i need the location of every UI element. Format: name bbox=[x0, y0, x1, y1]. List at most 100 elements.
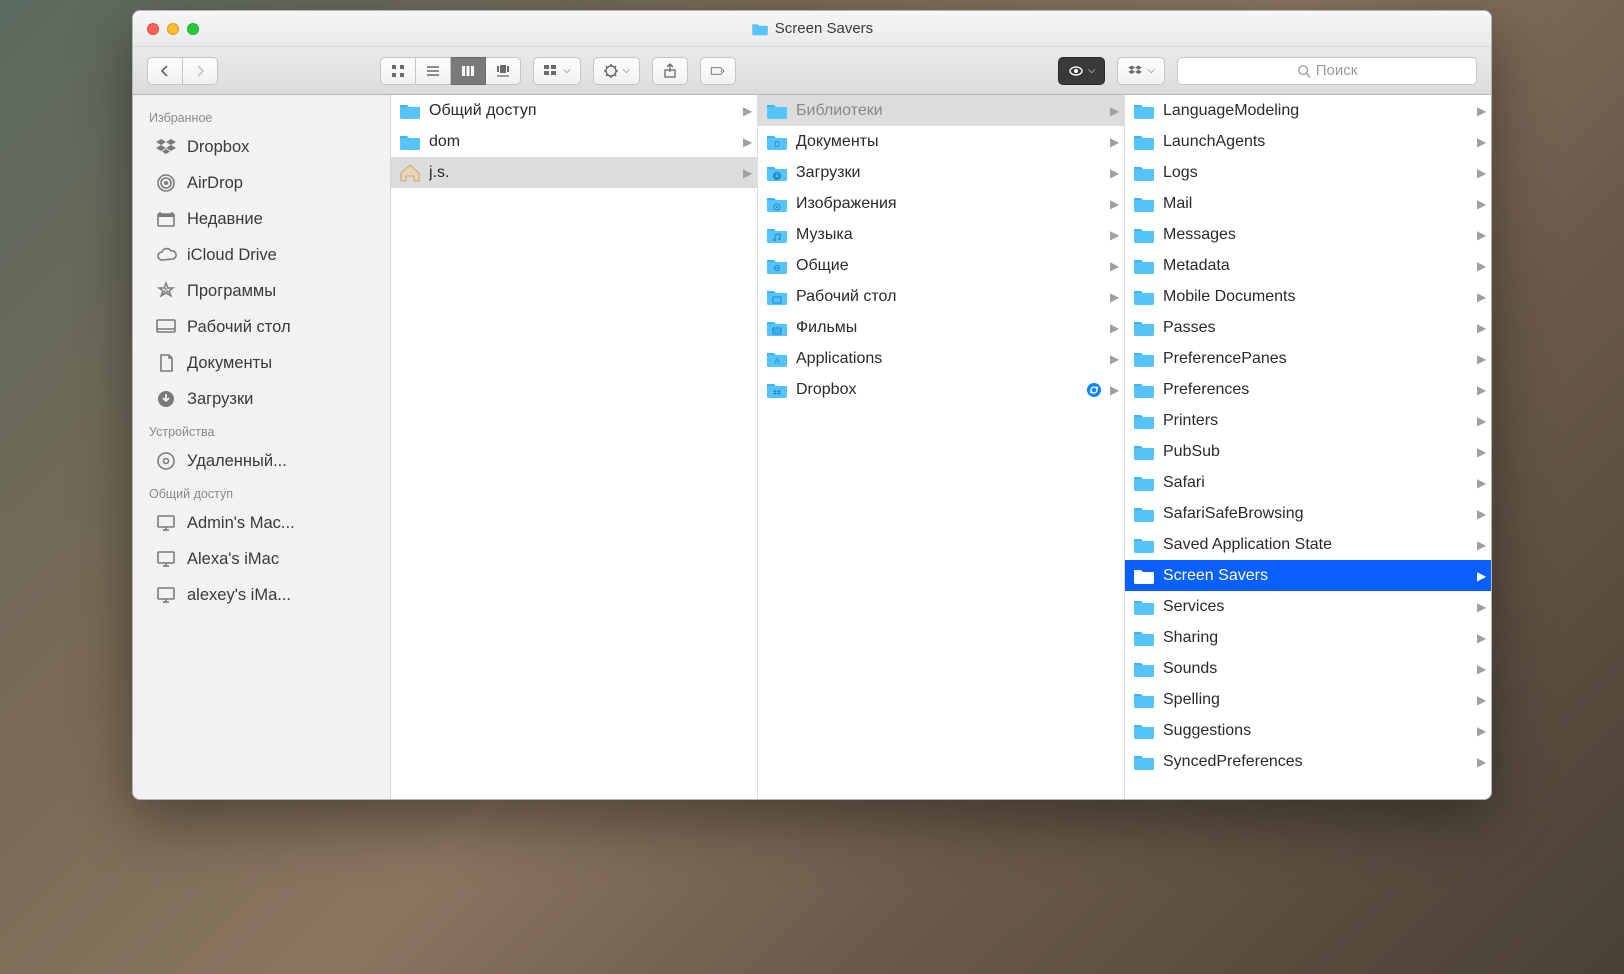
item-name: Logs bbox=[1163, 164, 1469, 182]
item-name: Safari bbox=[1163, 474, 1469, 492]
minimize-button[interactable] bbox=[167, 23, 179, 35]
list-item[interactable]: Общие▶ bbox=[758, 250, 1124, 281]
chevron-right-icon: ▶ bbox=[1110, 290, 1118, 304]
computer-icon bbox=[155, 584, 177, 606]
list-item[interactable]: Sounds▶ bbox=[1125, 653, 1491, 684]
folder-icon bbox=[1133, 257, 1155, 275]
share-button[interactable] bbox=[652, 57, 688, 85]
airdrop-icon bbox=[155, 172, 177, 194]
home-icon bbox=[399, 164, 421, 182]
list-item[interactable]: Mail▶ bbox=[1125, 188, 1491, 219]
column: Библиотеки▶DДокументы▶Загрузки▶Изображен… bbox=[758, 95, 1125, 799]
maximize-button[interactable] bbox=[187, 23, 199, 35]
list-item[interactable]: Общий доступ▶ bbox=[391, 95, 757, 126]
sidebar-item[interactable]: AПрограммы bbox=[133, 273, 390, 309]
back-button[interactable] bbox=[147, 57, 183, 85]
view-coverflow-button[interactable] bbox=[486, 57, 521, 85]
sidebar-item-label: Admin's Mac... bbox=[187, 514, 295, 533]
list-item[interactable]: SafariSafeBrowsing▶ bbox=[1125, 498, 1491, 529]
chevron-right-icon: ▶ bbox=[1110, 352, 1118, 366]
apps-icon: A bbox=[155, 280, 177, 302]
folder-icon bbox=[1133, 536, 1155, 554]
item-name: Saved Application State bbox=[1163, 536, 1469, 554]
folder-icon bbox=[766, 195, 788, 213]
list-item[interactable]: Safari▶ bbox=[1125, 467, 1491, 498]
search-icon bbox=[1297, 64, 1311, 78]
list-item[interactable]: Logs▶ bbox=[1125, 157, 1491, 188]
computer-icon bbox=[155, 548, 177, 570]
view-list-button[interactable] bbox=[416, 57, 451, 85]
list-item[interactable]: j.s.▶ bbox=[391, 157, 757, 188]
sidebar-item-label: iCloud Drive bbox=[187, 246, 277, 265]
view-buttons bbox=[380, 57, 521, 85]
folder-icon bbox=[766, 319, 788, 337]
list-item[interactable]: Printers▶ bbox=[1125, 405, 1491, 436]
list-item[interactable]: PubSub▶ bbox=[1125, 436, 1491, 467]
list-item[interactable]: Passes▶ bbox=[1125, 312, 1491, 343]
list-item[interactable]: Services▶ bbox=[1125, 591, 1491, 622]
sidebar-item[interactable]: Недавние bbox=[133, 201, 390, 237]
svg-text:A: A bbox=[163, 286, 169, 296]
window-title-text: Screen Savers bbox=[775, 20, 873, 37]
list-item[interactable]: Preferences ▶ bbox=[1125, 374, 1491, 405]
item-name: j.s. bbox=[429, 164, 735, 182]
item-name: Services bbox=[1163, 598, 1469, 616]
sidebar-item[interactable]: iCloud Drive bbox=[133, 237, 390, 273]
sidebar-item[interactable]: Документы bbox=[133, 345, 390, 381]
list-item[interactable]: Metadata▶ bbox=[1125, 250, 1491, 281]
item-name: Музыка bbox=[796, 226, 1102, 244]
list-item[interactable]: LaunchAgents▶ bbox=[1125, 126, 1491, 157]
search-field[interactable]: Поиск bbox=[1177, 57, 1477, 85]
chevron-right-icon: ▶ bbox=[1477, 228, 1485, 242]
list-item[interactable]: Saved Application State▶ bbox=[1125, 529, 1491, 560]
list-item[interactable]: Mobile Documents▶ bbox=[1125, 281, 1491, 312]
sidebar-item[interactable]: alexey's iMa... bbox=[133, 577, 390, 613]
list-item[interactable]: Библиотеки▶ bbox=[758, 95, 1124, 126]
icloud-icon bbox=[155, 244, 177, 266]
chevron-right-icon: ▶ bbox=[1110, 259, 1118, 273]
chevron-right-icon: ▶ bbox=[1477, 383, 1485, 397]
folder-icon bbox=[766, 226, 788, 244]
list-item[interactable]: Suggestions▶ bbox=[1125, 715, 1491, 746]
sidebar-item[interactable]: Dropbox bbox=[133, 129, 390, 165]
sidebar-item[interactable]: Alexa's iMac bbox=[133, 541, 390, 577]
list-item[interactable]: Фильмы▶ bbox=[758, 312, 1124, 343]
list-item[interactable]: PreferencePanes▶ bbox=[1125, 343, 1491, 374]
dropbox-button[interactable]: ⌵ bbox=[1117, 57, 1165, 85]
sync-icon bbox=[1086, 382, 1102, 398]
sidebar-item[interactable]: AirDrop bbox=[133, 165, 390, 201]
list-item[interactable]: Музыка▶ bbox=[758, 219, 1124, 250]
nav-buttons bbox=[147, 57, 218, 85]
view-column-button[interactable] bbox=[451, 57, 486, 85]
list-item[interactable]: Рабочий стол▶ bbox=[758, 281, 1124, 312]
list-item[interactable]: Sharing▶ bbox=[1125, 622, 1491, 653]
list-item[interactable]: Загрузки▶ bbox=[758, 157, 1124, 188]
item-name: Preferences bbox=[1163, 381, 1469, 399]
action-button[interactable]: ⌵ bbox=[593, 57, 641, 85]
sidebar-item[interactable]: Удаленный... bbox=[133, 443, 390, 479]
list-item[interactable]: Spelling▶ bbox=[1125, 684, 1491, 715]
list-item[interactable]: Dropbox▶ bbox=[758, 374, 1124, 405]
close-button[interactable] bbox=[147, 23, 159, 35]
sidebar-item-label: Alexa's iMac bbox=[187, 550, 279, 569]
quicklook-button[interactable]: ⌵ bbox=[1058, 57, 1106, 85]
forward-button[interactable] bbox=[183, 57, 218, 85]
folder-icon bbox=[1133, 288, 1155, 306]
list-item[interactable]: dom▶ bbox=[391, 126, 757, 157]
folder-icon bbox=[766, 164, 788, 182]
sidebar-item[interactable]: Рабочий стол bbox=[133, 309, 390, 345]
folder-icon: D bbox=[766, 133, 788, 151]
view-icon-button[interactable] bbox=[380, 57, 416, 85]
list-item[interactable]: SyncedPreferences▶ bbox=[1125, 746, 1491, 777]
list-item[interactable]: DДокументы▶ bbox=[758, 126, 1124, 157]
sidebar-item[interactable]: Загрузки bbox=[133, 381, 390, 417]
tags-button[interactable] bbox=[700, 57, 736, 85]
list-item[interactable]: Изображения▶ bbox=[758, 188, 1124, 219]
list-item[interactable]: Messages▶ bbox=[1125, 219, 1491, 250]
arrange-button[interactable]: ⌵ bbox=[533, 57, 581, 85]
list-item[interactable]: AApplications▶ bbox=[758, 343, 1124, 374]
list-item[interactable]: Screen Savers▶ bbox=[1125, 560, 1491, 591]
list-item[interactable]: LanguageModeling▶ bbox=[1125, 95, 1491, 126]
chevron-right-icon: ▶ bbox=[1477, 414, 1485, 428]
sidebar-item[interactable]: Admin's Mac... bbox=[133, 505, 390, 541]
